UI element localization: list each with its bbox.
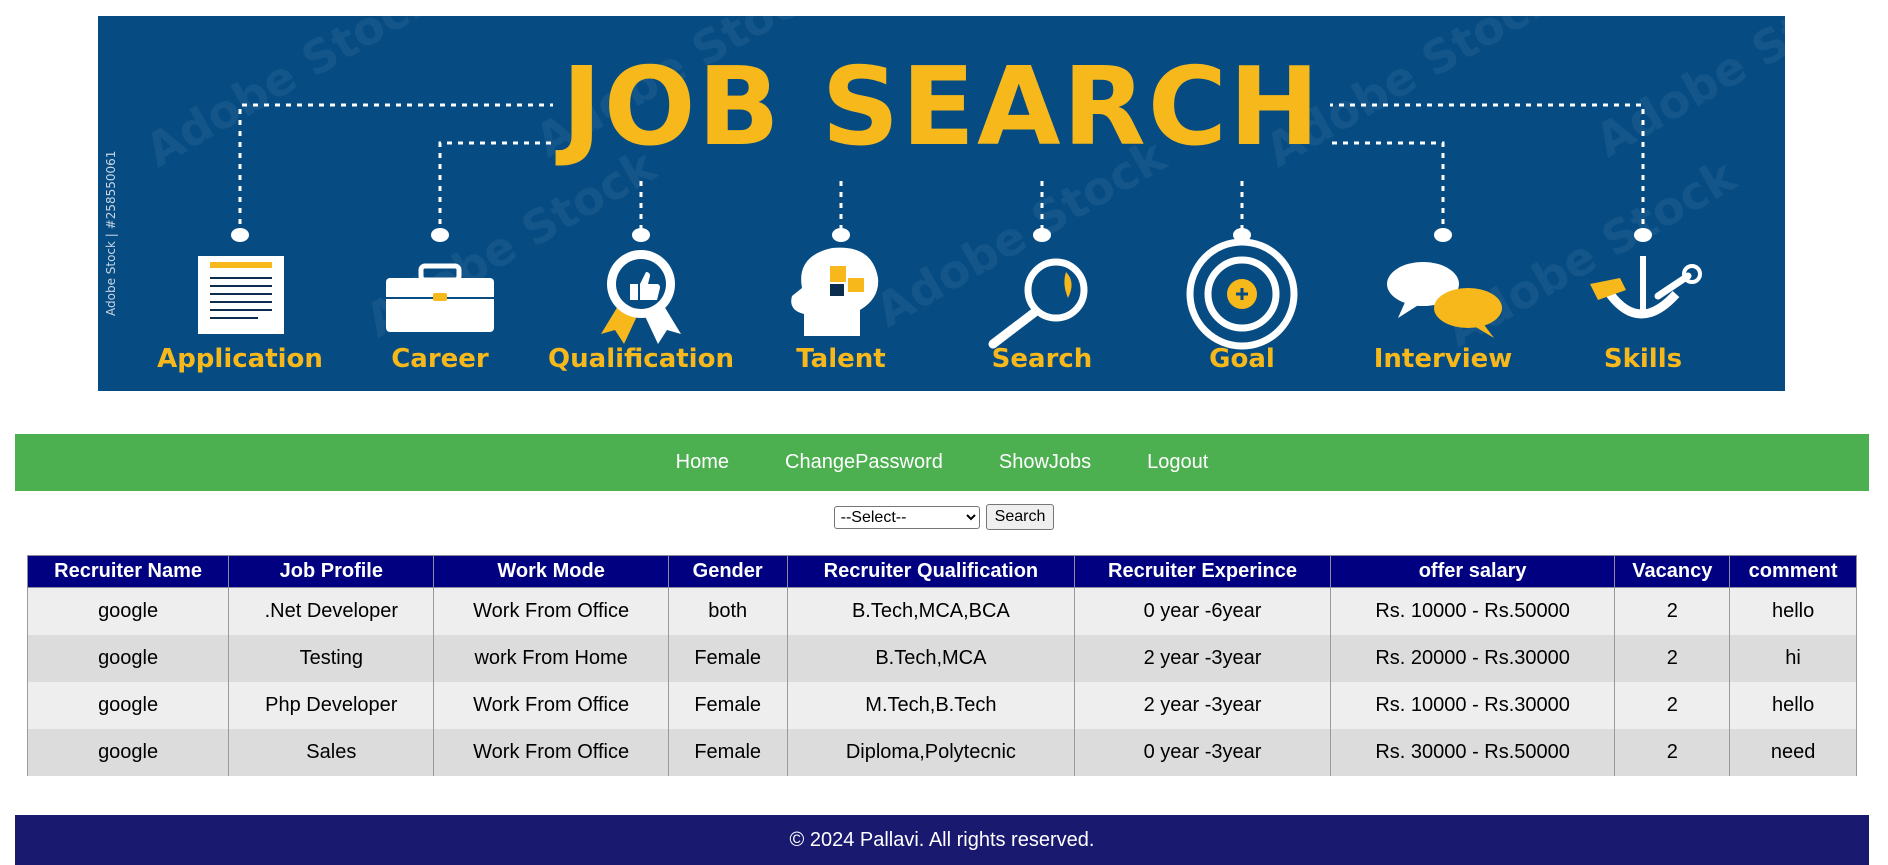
jobs-table: Recruiter Name Job Profile Work Mode Gen… — [26, 555, 1857, 776]
table-row: google .Net Developer Work From Office b… — [26, 587, 1857, 635]
table-cell: hello — [1729, 682, 1857, 729]
table-cell: B.Tech,MCA,BCA — [786, 587, 1076, 635]
table-cell: M.Tech,B.Tech — [786, 682, 1076, 729]
banner-label-search: Search — [991, 344, 1093, 374]
table-cell: hi — [1729, 635, 1857, 682]
table-cell: Rs. 20000 - Rs.30000 — [1329, 635, 1616, 682]
table-cell: Php Developer — [228, 682, 435, 729]
table-cell: Sales — [228, 729, 435, 776]
table-cell: 2 — [1614, 682, 1731, 729]
page-footer: © 2024 Pallavi. All rights reserved. — [15, 815, 1869, 865]
banner-label-skills: Skills — [1603, 344, 1683, 374]
banner-label-application: Application — [157, 344, 323, 374]
column-header: offer salary — [1329, 555, 1616, 588]
target-icon — [1186, 238, 1298, 350]
table-cell: Female — [667, 635, 788, 682]
briefcase-icon — [386, 263, 494, 332]
table-cell: Work From Office — [433, 682, 669, 729]
table-cell: need — [1729, 729, 1857, 776]
job-search-banner: Adobe Stock Adobe Stock Adobe Stock Adob… — [98, 16, 1785, 391]
table-cell: 2 — [1614, 587, 1731, 635]
column-header: Recruiter Name — [26, 555, 230, 588]
table-cell: 2 year -3year — [1074, 682, 1331, 729]
table-cell: B.Tech,MCA — [786, 635, 1076, 682]
table-cell: Female — [667, 682, 788, 729]
table-cell: work From Home — [433, 635, 669, 682]
speech-bubbles-icon — [1387, 262, 1502, 338]
table-cell: Work From Office — [433, 587, 669, 635]
table-cell: 2 — [1614, 635, 1731, 682]
column-header: Recruiter Experince — [1074, 555, 1331, 588]
table-cell: 0 year -6year — [1074, 587, 1331, 635]
table-cell: google — [26, 729, 230, 776]
nav-home-link[interactable]: Home — [648, 451, 757, 474]
table-cell: google — [26, 635, 230, 682]
search-bar: --Select-- Search — [0, 504, 1888, 530]
document-icon — [198, 256, 284, 334]
table-cell: Rs. 10000 - Rs.50000 — [1329, 587, 1616, 635]
filter-select[interactable]: --Select-- — [833, 505, 980, 529]
column-header: comment — [1729, 555, 1857, 588]
banner-label-career: Career — [391, 344, 489, 374]
banner-label-qualification: Qualification — [548, 344, 734, 374]
table-cell: Rs. 10000 - Rs.30000 — [1329, 682, 1616, 729]
banner-label-interview: Interview — [1373, 344, 1513, 374]
head-puzzle-icon — [791, 247, 879, 336]
column-header: Vacancy — [1614, 555, 1731, 588]
table-row: google Php Developer Work From Office Fe… — [26, 682, 1857, 729]
table-cell: hello — [1729, 587, 1857, 635]
table-cell: Female — [667, 729, 788, 776]
tools-icon — [1590, 256, 1702, 319]
column-header: Job Profile — [228, 555, 435, 588]
banner-label-goal: Goal — [1209, 344, 1275, 374]
table-cell: 2 year -3year — [1074, 635, 1331, 682]
search-button[interactable]: Search — [985, 504, 1055, 530]
nav-show-jobs-link[interactable]: ShowJobs — [971, 451, 1119, 474]
table-cell: google — [26, 587, 230, 635]
table-cell: 0 year -3year — [1074, 729, 1331, 776]
column-header: Gender — [667, 555, 788, 588]
copyright-text: © 2024 Pallavi. All rights reserved. — [789, 828, 1095, 851]
banner-stock-id: Adobe Stock | #258550061 — [104, 150, 118, 316]
table-cell: both — [667, 587, 788, 635]
table-cell: Work From Office — [433, 729, 669, 776]
column-header: Work Mode — [433, 555, 669, 588]
table-cell: google — [26, 682, 230, 729]
table-row: google Testing work From Home Female B.T… — [26, 635, 1857, 682]
table-cell: Rs. 30000 - Rs.50000 — [1329, 729, 1616, 776]
badge-thumbs-up-icon — [601, 250, 681, 344]
nav-logout-link[interactable]: Logout — [1119, 451, 1236, 474]
nav-change-password-link[interactable]: ChangePassword — [757, 451, 971, 474]
table-cell: .Net Developer — [228, 587, 435, 635]
banner-title: JOB SEARCH — [561, 45, 1322, 170]
table-header-row: Recruiter Name Job Profile Work Mode Gen… — [26, 555, 1857, 588]
main-nav: Home ChangePassword ShowJobs Logout — [15, 434, 1869, 491]
table-cell: Testing — [228, 635, 435, 682]
table-cell: 2 — [1614, 729, 1731, 776]
table-cell: Diploma,Polytecnic — [786, 729, 1076, 776]
banner-label-talent: Talent — [796, 344, 886, 374]
table-row: google Sales Work From Office Female Dip… — [26, 729, 1857, 776]
column-header: Recruiter Qualification — [786, 555, 1076, 588]
magnifier-icon — [988, 258, 1088, 349]
